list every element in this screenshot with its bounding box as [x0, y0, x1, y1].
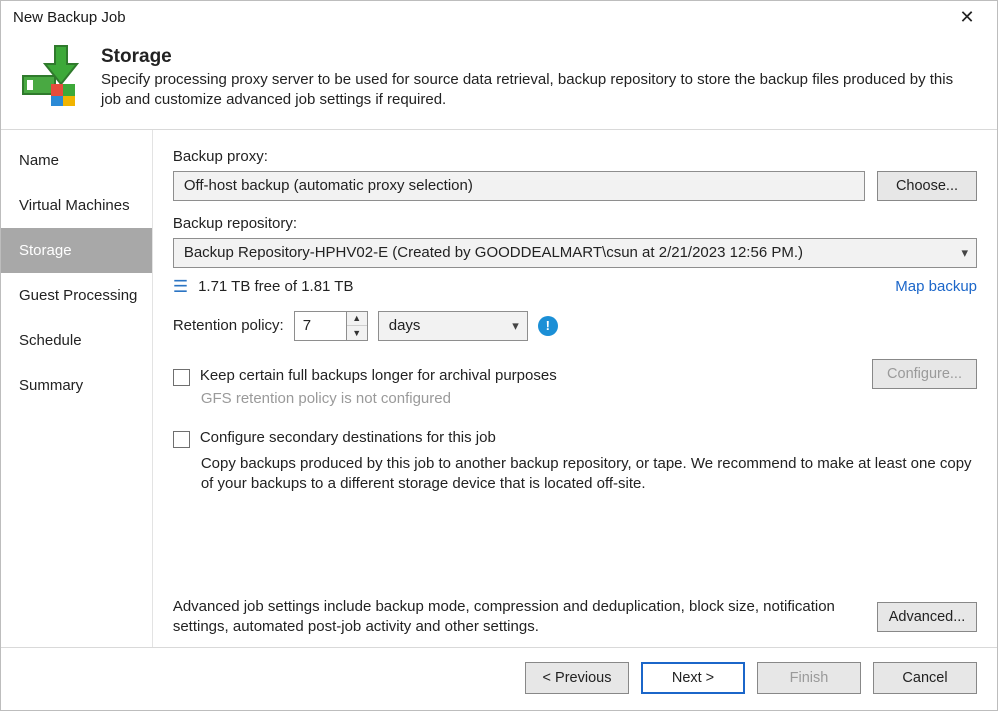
- configure-gfs-button: Configure...: [872, 359, 977, 389]
- map-backup-link[interactable]: Map backup: [895, 278, 977, 295]
- dialog-window: New Backup Job ✕ Storage Specify process…: [0, 0, 998, 711]
- page-title: Storage: [101, 46, 977, 68]
- advanced-settings-description: Advanced job settings include backup mod…: [173, 597, 863, 638]
- page-header: Storage Specify processing proxy server …: [1, 32, 997, 130]
- header-text: Storage Specify processing proxy server …: [101, 42, 977, 111]
- backup-proxy-label: Backup proxy:: [173, 148, 977, 165]
- backup-repository-value: Backup Repository-HPHV02-E (Created by G…: [184, 244, 803, 261]
- backup-proxy-field[interactable]: Off-host backup (automatic proxy selecti…: [173, 171, 865, 201]
- retention-count-value[interactable]: 7: [294, 311, 346, 341]
- retention-unit-value: days: [389, 317, 421, 334]
- previous-button[interactable]: < Previous: [525, 662, 629, 694]
- free-space-text: 1.71 TB free of 1.81 TB: [198, 278, 353, 295]
- retention-unit-select[interactable]: days ▾: [378, 311, 528, 341]
- dialog-body: Name Virtual Machines Storage Guest Proc…: [1, 130, 997, 648]
- sidebar-item-storage[interactable]: Storage: [1, 228, 152, 273]
- secondary-destinations-label: Configure secondary destinations for thi…: [200, 429, 496, 446]
- spinner-down-icon[interactable]: ▼: [347, 325, 367, 340]
- info-icon[interactable]: !: [538, 316, 558, 336]
- gfs-hint: GFS retention policy is not configured: [201, 390, 860, 407]
- window-title: New Backup Job: [13, 9, 126, 26]
- spinner-up-icon[interactable]: ▲: [347, 312, 367, 326]
- retention-policy-label: Retention policy:: [173, 317, 284, 334]
- storage-icon: [21, 42, 85, 106]
- retention-count-stepper[interactable]: 7 ▲ ▼: [294, 311, 368, 341]
- close-icon[interactable]: ✕: [947, 7, 987, 28]
- secondary-destinations-checkbox[interactable]: [173, 431, 190, 448]
- titlebar: New Backup Job ✕: [1, 1, 997, 32]
- page-subtitle: Specify processing proxy server to be us…: [101, 70, 977, 111]
- dialog-footer: < Previous Next > Finish Cancel: [1, 647, 997, 710]
- secondary-destinations-description: Copy backups produced by this job to ano…: [201, 454, 977, 495]
- gfs-checkbox-label: Keep certain full backups longer for arc…: [200, 367, 557, 384]
- choose-button[interactable]: Choose...: [877, 171, 977, 201]
- sidebar-item-name[interactable]: Name: [1, 138, 152, 183]
- backup-repository-select[interactable]: Backup Repository-HPHV02-E (Created by G…: [173, 238, 977, 268]
- finish-button: Finish: [757, 662, 861, 694]
- cancel-button[interactable]: Cancel: [873, 662, 977, 694]
- sidebar-item-schedule[interactable]: Schedule: [1, 318, 152, 363]
- content-panel: Backup proxy: Off-host backup (automatic…: [153, 130, 997, 648]
- sidebar-item-guest-processing[interactable]: Guest Processing: [1, 273, 152, 318]
- wizard-sidebar: Name Virtual Machines Storage Guest Proc…: [1, 130, 153, 648]
- gfs-checkbox[interactable]: [173, 369, 190, 386]
- chevron-down-icon: ▾: [512, 318, 519, 334]
- next-button[interactable]: Next >: [641, 662, 745, 694]
- sidebar-item-summary[interactable]: Summary: [1, 363, 152, 408]
- chevron-down-icon: ▾: [961, 245, 968, 261]
- advanced-button[interactable]: Advanced...: [877, 602, 977, 632]
- sidebar-item-virtual-machines[interactable]: Virtual Machines: [1, 183, 152, 228]
- backup-repository-label: Backup repository:: [173, 215, 977, 232]
- database-icon: ☰: [173, 278, 188, 295]
